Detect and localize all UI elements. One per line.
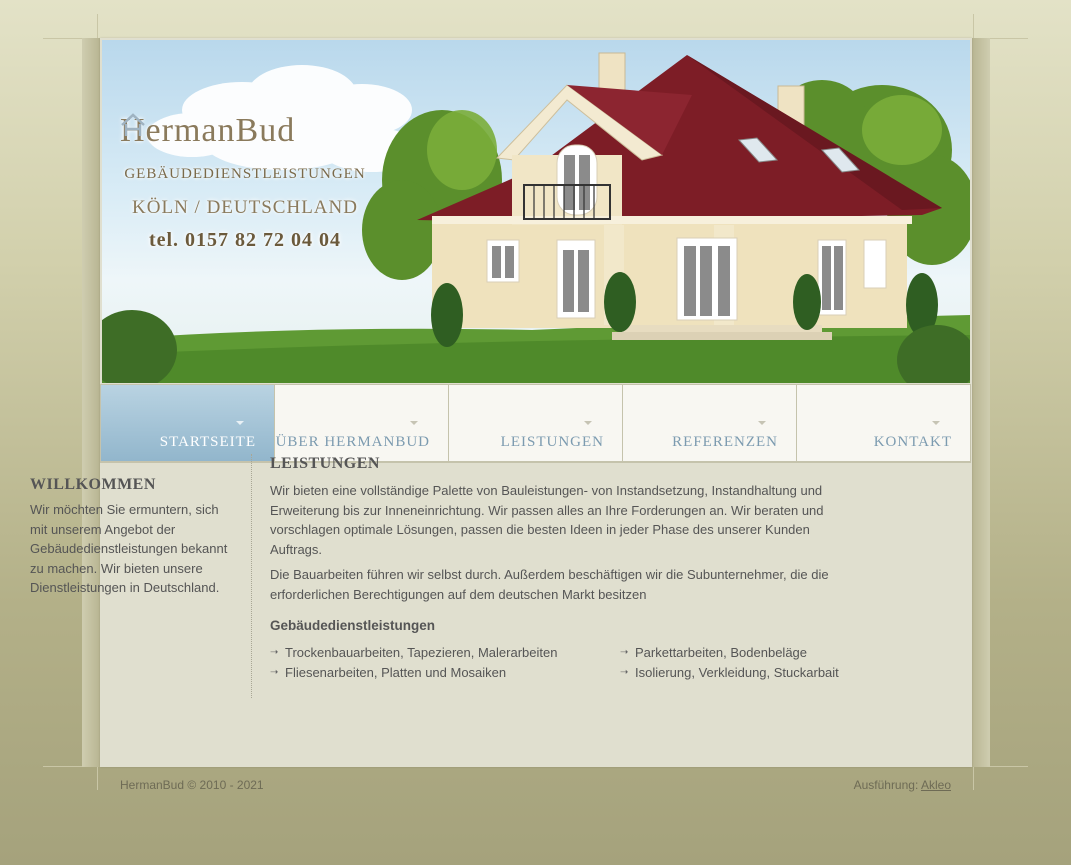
footer-credit-label: Ausführung: xyxy=(853,778,921,792)
chevron-down-icon xyxy=(758,421,766,425)
side-strip-left xyxy=(82,38,100,767)
nav-label: ÜBER HERMANBUD xyxy=(275,434,430,450)
brand-city: KÖLN / DEUTSCHLAND xyxy=(132,197,358,218)
nav-item-startseite[interactable]: STARTSEITE xyxy=(100,384,275,463)
nav-label: KONTAKT xyxy=(873,434,952,450)
arrow-bullet-icon: ➝ xyxy=(270,647,279,658)
brand-phone: tel. 0157 82 72 04 04 xyxy=(148,229,342,251)
list-item-text: Fliesenarbeiten, Platten und Mosaiken xyxy=(285,665,507,680)
arrow-bullet-icon: ➝ xyxy=(620,667,629,678)
services-paragraph-2: Die Bauarbeiten führen wir selbst durch.… xyxy=(270,567,829,602)
services-title: LEISTUNGEN xyxy=(270,455,380,472)
footer-copyright: HermanBud © 2010 - 2021 xyxy=(120,778,264,792)
chevron-down-icon xyxy=(584,421,592,425)
services-subtitle: Gebäudedienstleistungen xyxy=(270,618,436,633)
brand-logo[interactable]: HermanBud GEBÄUDEDIENSTLEISTUNGEN KÖLN /… xyxy=(120,112,370,252)
welcome-section: WILLKOMMEN Wir möchten Sie ermuntern, si… xyxy=(30,476,235,598)
list-item-text: Parkettarbeiten, Bodenbeläge xyxy=(635,645,808,660)
nav-item-kontakt[interactable]: KONTAKT xyxy=(797,384,971,463)
nav-label: LEISTUNGEN xyxy=(500,434,604,450)
services-list-left: ➝ Trockenbauarbeiten, Tapezieren, Malerar… xyxy=(270,643,620,683)
services-list-right: ➝ Parkettarbeiten, Bodenbeläge ➝ Isolierun… xyxy=(620,643,839,683)
brand-subtitle: GEBÄUDEDIENSTLEISTUNGEN xyxy=(124,166,366,182)
services-paragraph-1: Wir bieten eine vollständige Palette von… xyxy=(270,483,824,557)
welcome-title: WILLKOMMEN xyxy=(30,476,156,493)
list-item: ➝ Parkettarbeiten, Bodenbeläge xyxy=(620,643,839,663)
brand-name-part2: Bud xyxy=(235,112,296,149)
nav-item-uber-hermanbud[interactable]: ÜBER HERMANBUD xyxy=(275,384,449,463)
main-nav: STARTSEITE ÜBER HERMANBUD LEISTUNGEN REF… xyxy=(100,384,972,463)
arrow-bullet-icon: ➝ xyxy=(620,647,629,658)
header-banner: HermanBud GEBÄUDEDIENSTLEISTUNGEN KÖLN /… xyxy=(102,40,970,383)
side-strip-right xyxy=(972,38,990,767)
list-item: ➝ Trockenbauarbeiten, Tapezieren, Malerar… xyxy=(270,643,620,663)
nav-item-leistungen[interactable]: LEISTUNGEN xyxy=(449,384,623,463)
chevron-down-icon xyxy=(236,421,244,425)
services-list: ➝ Trockenbauarbeiten, Tapezieren, Malerar… xyxy=(270,643,850,683)
arrow-bullet-icon: ➝ xyxy=(270,667,279,678)
list-item-text: Trockenbauarbeiten, Tapezieren, Malerarb… xyxy=(285,645,558,660)
footer-credit: Ausführung: Akleo xyxy=(854,778,951,792)
chevron-down-icon xyxy=(410,421,418,425)
nav-label: STARTSEITE xyxy=(159,434,256,450)
house-icon xyxy=(121,113,145,136)
list-item-text: Isolierung, Verkleidung, Stuckarbait xyxy=(635,665,839,680)
footer-credit-link[interactable]: Akleo xyxy=(921,778,951,792)
list-item: ➝ Fliesenarbeiten, Platten und Mosaiken xyxy=(270,663,620,683)
nav-label: REFERENZEN xyxy=(672,434,778,450)
list-item: ➝ Isolierung, Verkleidung, Stuckarbait xyxy=(620,663,839,683)
chevron-down-icon xyxy=(932,421,940,425)
services-section: LEISTUNGEN Wir bieten eine vollständige … xyxy=(270,455,850,683)
welcome-text: Wir möchten Sie ermuntern, sich mit unse… xyxy=(30,502,228,595)
brand-name: HermanBud xyxy=(120,112,370,150)
nav-item-referenzen[interactable]: REFERENZEN xyxy=(623,384,797,463)
column-divider xyxy=(251,454,252,698)
